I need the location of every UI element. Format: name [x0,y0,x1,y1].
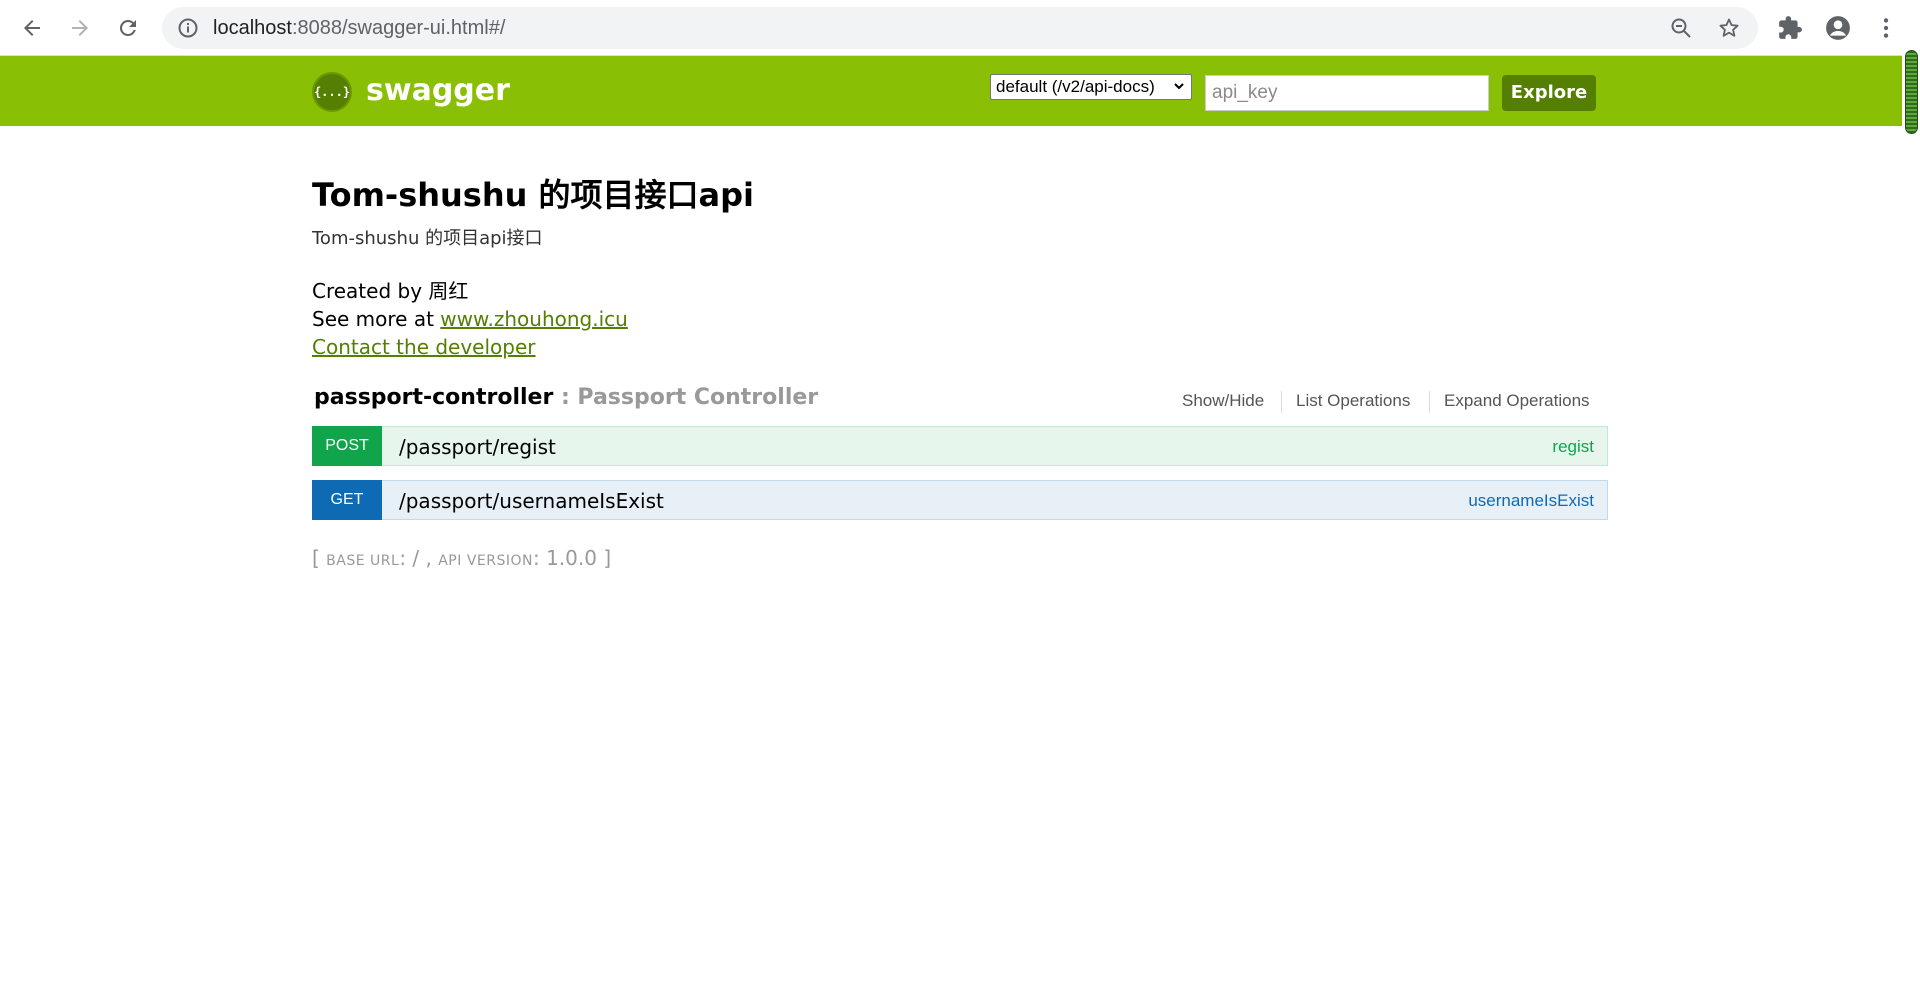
api-spec-selected: default (/v2/api-docs) [996,77,1155,96]
api-title: Tom-shushu 的项目接口api [312,176,755,214]
url-path: :8088/swagger-ui.html#/ [291,17,506,39]
url-text[interactable]: localhost:8088/swagger-ui.html#/ [213,17,505,39]
chevron-down-icon [1174,83,1184,90]
swagger-title[interactable]: swagger [366,71,510,111]
resource-description: : Passport Controller [553,385,819,410]
extensions-puzzle-icon[interactable] [1777,15,1803,41]
ops-divider [1281,391,1282,413]
api-key-input[interactable] [1205,75,1489,111]
site-info-icon[interactable] [176,16,200,40]
operation-path[interactable]: /passport/usernameIsExist [399,488,664,514]
list-operations-link[interactable]: List Operations [1296,390,1410,412]
operation-path[interactable]: /passport/regist [399,434,556,460]
base-url-label: base url [326,553,400,569]
contact-line: Contact the developer [312,333,536,361]
api-spec-select[interactable]: default (/v2/api-docs) [990,74,1192,100]
operation-summary[interactable]: usernameIsExist [1468,491,1594,511]
url-host: localhost [213,17,292,39]
profile-avatar-icon[interactable] [1825,15,1851,41]
api-footer: [ base url: / , api version: 1.0.0 ] [312,545,611,574]
zoom-out-icon[interactable] [1669,16,1693,40]
reload-icon [119,19,136,36]
reload-button[interactable] [110,10,146,46]
see-more-prefix: See more at [312,307,441,331]
api-version-value: : 1.0.0 ] [532,546,612,570]
browser-toolbar: localhost:8088/swagger-ui.html#/ [0,0,1920,56]
base-url-value: : / , [399,546,439,570]
http-method-badge[interactable]: GET [312,480,382,520]
swagger-logo-icon[interactable]: {...} [312,72,352,112]
http-method-badge[interactable]: POST [312,426,382,466]
bookmark-star-icon[interactable] [1717,16,1741,40]
show-hide-link[interactable]: Show/Hide [1182,390,1264,412]
page-scrollbar[interactable] [1902,46,1920,984]
website-link[interactable]: www.zhouhong.icu [440,307,628,331]
resource-heading[interactable]: passport-controller : Passport Controlle… [314,381,818,415]
footer-open: [ [312,546,327,570]
forward-arrow-icon [72,20,88,36]
created-by-text: Created by 周红 [312,279,469,303]
ops-divider [1429,391,1430,413]
address-bar[interactable]: localhost:8088/swagger-ui.html#/ [162,7,1758,49]
api-description: Tom-shushu 的项目api接口 [312,228,543,249]
operation-post-regist[interactable]: POST /passport/regist regist [312,426,1608,466]
forward-button[interactable] [62,10,98,46]
explore-button[interactable]: Explore [1502,75,1596,111]
see-more-line: See more at www.zhouhong.icu [312,305,628,333]
resource-name[interactable]: passport-controller [314,385,553,410]
back-arrow-icon [24,20,40,36]
operation-get-username-is-exist[interactable]: GET /passport/usernameIsExist usernameIs… [312,480,1608,520]
operation-summary[interactable]: regist [1552,437,1594,457]
api-version-label: api version [438,553,533,569]
contact-developer-link[interactable]: Contact the developer [312,335,536,359]
scrollbar-thumb[interactable] [1905,50,1918,134]
expand-operations-link[interactable]: Expand Operations [1444,390,1590,412]
browser-menu-icon[interactable] [1873,15,1899,41]
back-button[interactable] [14,10,50,46]
swagger-header: {...} swagger default (/v2/api-docs) Exp… [0,56,1902,126]
